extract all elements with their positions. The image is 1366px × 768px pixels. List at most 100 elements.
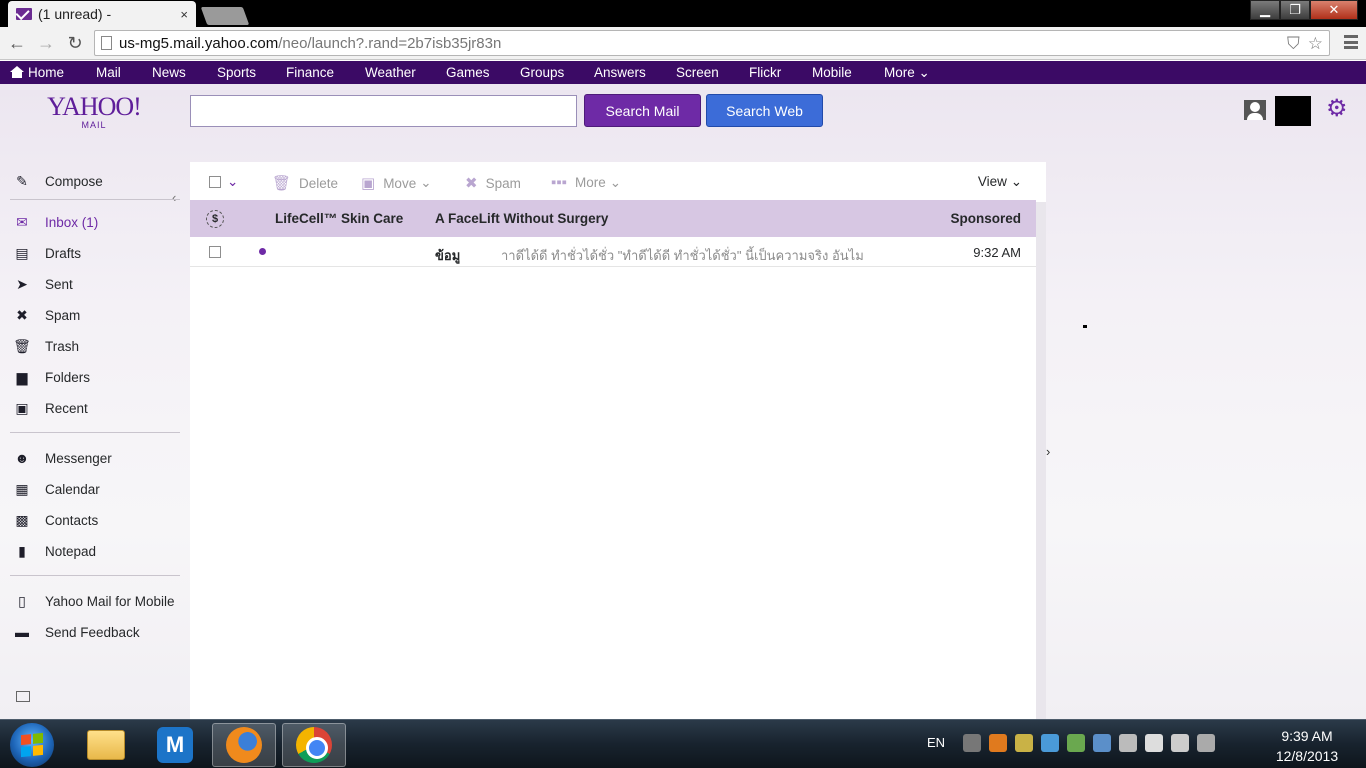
battery-icon[interactable] — [1145, 734, 1163, 752]
nav-finance[interactable]: Finance — [286, 65, 334, 80]
nav-weather[interactable]: Weather — [365, 65, 416, 80]
tray-network-icon[interactable] — [1093, 734, 1111, 752]
drafts-icon: ▤ — [15, 244, 29, 261]
sidebar-item-feedback[interactable]: ▬ Send Feedback — [12, 621, 140, 643]
trash-icon: 🗑 — [13, 337, 31, 354]
tray-app-icon[interactable] — [963, 734, 981, 752]
omnibox-actions: ⛉ ☆ — [1287, 34, 1323, 54]
sidebar-item-spam[interactable]: ✖ Spam — [12, 304, 80, 326]
browser-toolbar: ← → ↻ us-mg5.mail.yahoo.com/neo/launch?.… — [0, 27, 1366, 60]
table-row[interactable]: ข้อมู ำาดีได้ดี ทำชั่วได้ชั่ว "ทำดีได้ดี… — [190, 237, 1036, 267]
home-icon — [10, 66, 24, 78]
sidebar-item-inbox[interactable]: ✉ Inbox (1) — [12, 211, 98, 233]
back-button[interactable]: ← — [6, 32, 28, 54]
more-actions-button[interactable]: ▪▪▪ More ⌄ — [551, 174, 621, 191]
sidebar-item-calendar[interactable]: ▦ Calendar — [12, 478, 99, 500]
chrome-menu-icon[interactable] — [1344, 35, 1358, 49]
spam-button[interactable]: ✖ Spam — [465, 174, 521, 192]
taskbar-explorer[interactable] — [74, 723, 138, 767]
collapse-sidebar-icon[interactable]: ‹ — [172, 190, 176, 205]
avatar[interactable] — [1275, 96, 1311, 126]
move-button[interactable]: ▣ Move ⌄ — [361, 174, 432, 192]
nav-screen[interactable]: Screen — [676, 65, 719, 80]
profile-icon[interactable] — [1244, 100, 1266, 120]
nav-more[interactable]: More ⌄ — [884, 65, 930, 81]
nav-sports[interactable]: Sports — [217, 65, 256, 80]
scrollbar[interactable] — [1036, 202, 1046, 719]
bookmark-star-icon[interactable]: ☆ — [1308, 34, 1323, 54]
search-mail-button[interactable]: Search Mail — [584, 94, 701, 127]
taskbar-firefox[interactable] — [212, 723, 276, 767]
tab-title: (1 unread) - — [38, 6, 112, 22]
windows-logo-icon — [21, 732, 43, 758]
message-time: 9:32 AM — [973, 245, 1021, 260]
row-checkbox[interactable] — [209, 246, 221, 258]
chevron-down-icon: ⌄ — [609, 174, 622, 190]
sidebar-item-drafts[interactable]: ▤ Drafts — [12, 242, 81, 264]
chevron-down-icon[interactable]: ⌄ — [227, 174, 238, 190]
recent-icon: ▣ — [15, 399, 29, 416]
checkbox[interactable] — [209, 176, 221, 188]
message-preview: ำาดีได้ดี ทำชั่วได้ชั่ว "ทำดีได้ดี ทำชั่… — [501, 248, 864, 263]
nav-mail[interactable]: Mail — [96, 65, 121, 80]
sidebar-item-contacts[interactable]: ▩ Contacts — [12, 509, 98, 531]
tray-app-icon[interactable] — [989, 734, 1007, 752]
tab-close-icon[interactable]: × — [180, 7, 188, 22]
sidebar-item-folders[interactable]: ▆ Folders — [12, 366, 90, 388]
tray-app-icon[interactable] — [1067, 734, 1085, 752]
delete-button[interactable]: 🗑 Delete — [272, 174, 338, 192]
sponsored-ad-row[interactable]: $ LifeCell™ Skin Care A FaceLift Without… — [190, 200, 1036, 237]
clock-time: 9:39 AM — [1281, 728, 1333, 744]
gear-icon[interactable]: ⚙ — [1326, 97, 1348, 121]
taskbar-chrome[interactable] — [282, 723, 346, 767]
sidebar-item-messenger[interactable]: ☻ Messenger — [12, 447, 112, 469]
sidebar-item-notepad[interactable]: ▮ Notepad — [12, 540, 96, 562]
chrome-icon — [296, 727, 332, 763]
nav-mobile[interactable]: Mobile — [812, 65, 852, 80]
nav-answers[interactable]: Answers — [594, 65, 646, 80]
spam-icon: ✖ — [16, 306, 28, 323]
theme-image-icon[interactable] — [16, 691, 30, 702]
unread-dot-icon[interactable] — [259, 248, 266, 255]
sidebar-item-trash[interactable]: 🗑 Trash — [12, 335, 79, 357]
search-web-button[interactable]: Search Web — [706, 94, 823, 127]
tray-app-icon[interactable] — [1041, 734, 1059, 752]
shield-icon[interactable]: ⛉ — [1287, 34, 1300, 54]
yahoo-mail-logo[interactable]: YAHOO! MAIL — [46, 94, 142, 131]
nav-home[interactable]: Home — [10, 65, 64, 80]
close-window-button[interactable]: ✕ — [1310, 0, 1358, 20]
compose-button[interactable]: ✎ Compose — [12, 170, 103, 192]
browser-tab-mail[interactable]: (1 unread) - × — [8, 1, 196, 27]
sidebar-divider — [10, 575, 180, 576]
tray-wand-icon[interactable] — [1015, 734, 1033, 752]
move-folder-icon: ▣ — [361, 175, 376, 192]
view-dropdown[interactable]: View ⌄ — [978, 174, 1022, 190]
sidebar-item-sent[interactable]: ➤ Sent — [12, 273, 73, 295]
minimize-button[interactable]: ▁ — [1250, 0, 1280, 20]
taskbar-maxthon[interactable]: M — [143, 723, 207, 767]
nav-games[interactable]: Games — [446, 65, 490, 80]
nav-flickr[interactable]: Flickr — [749, 65, 781, 80]
trash-icon: 🗑 — [272, 175, 292, 192]
language-indicator[interactable]: EN — [927, 735, 945, 750]
maximize-button[interactable]: ❐ — [1280, 0, 1310, 20]
forward-button[interactable]: → — [35, 32, 57, 54]
search-input[interactable] — [190, 95, 577, 127]
volume-muted-icon[interactable] — [1197, 734, 1215, 752]
sidebar-item-recent[interactable]: ▣ Recent — [12, 397, 87, 419]
more-dots-icon: ▪▪▪ — [551, 174, 567, 191]
nav-news[interactable]: News — [152, 65, 186, 80]
reload-button[interactable]: ↻ — [64, 32, 86, 54]
tray-warning-icon[interactable] — [1119, 734, 1137, 752]
message-subject: ข้อมู — [435, 248, 461, 263]
feedback-icon: ▬ — [15, 624, 29, 640]
address-bar[interactable]: us-mg5.mail.yahoo.com/neo/launch?.rand=2… — [94, 30, 1330, 56]
sidebar-item-mobile[interactable]: ▯ Yahoo Mail for Mobile — [12, 590, 174, 612]
start-button[interactable] — [10, 723, 54, 767]
signal-icon[interactable] — [1171, 734, 1189, 752]
nav-groups[interactable]: Groups — [520, 65, 564, 80]
new-tab-button[interactable] — [200, 7, 250, 25]
select-all-checkbox[interactable]: ⌄ — [209, 174, 238, 190]
expand-pane-icon[interactable]: › — [1046, 444, 1050, 459]
system-clock[interactable]: 9:39 AM 12/8/2013 — [1266, 726, 1348, 766]
